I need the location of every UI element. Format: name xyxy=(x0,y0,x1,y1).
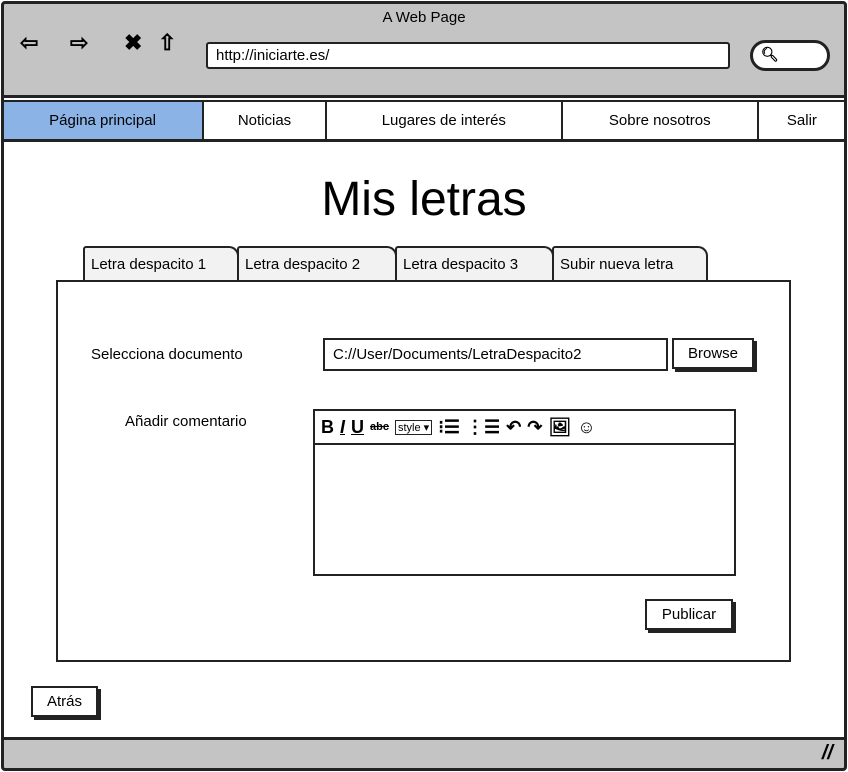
comment-label: Añadir comentario xyxy=(125,413,247,430)
status-bar: // xyxy=(3,737,845,769)
home-icon[interactable]: ⇧ xyxy=(158,30,176,56)
tab-letra-1[interactable]: Letra despacito 1 xyxy=(83,246,239,281)
back-arrow-icon[interactable]: ⇦ xyxy=(20,30,38,56)
numbered-list-icon[interactable]: ⋮☰ xyxy=(466,417,500,438)
back-button[interactable]: Atrás xyxy=(31,686,98,717)
style-label: style xyxy=(397,421,421,434)
search-icon: 🔍︎ xyxy=(761,46,779,62)
emoji-icon[interactable]: ☺ xyxy=(577,417,595,438)
bullet-list-icon[interactable]: ⁝☰ xyxy=(438,417,460,438)
forward-arrow-icon[interactable]: ⇨ xyxy=(70,30,88,56)
tab-subir-nueva-letra[interactable]: Subir nueva letra xyxy=(552,246,708,281)
stop-icon[interactable]: ✖ xyxy=(124,30,142,56)
page-title: Mis letras xyxy=(321,173,527,226)
comment-textarea[interactable] xyxy=(313,444,736,576)
main-nav: Página principal Noticias Lugares de int… xyxy=(3,100,845,142)
image-icon[interactable]: 🖼︎ xyxy=(548,417,571,438)
rich-text-toolbar: B I U abc style ▾ ⁝☰ ⋮☰ ↶ ↷ 🖼︎ ☺ xyxy=(313,409,736,445)
redo-icon[interactable]: ↷ xyxy=(527,417,542,438)
strikethrough-icon[interactable]: abc xyxy=(370,421,389,433)
italic-icon[interactable]: I xyxy=(340,417,345,438)
nav-salir[interactable]: Salir xyxy=(758,102,845,139)
nav-noticias[interactable]: Noticias xyxy=(204,102,327,139)
window-title: A Web Page xyxy=(382,9,466,26)
tab-letra-2[interactable]: Letra despacito 2 xyxy=(237,246,397,281)
undo-icon[interactable]: ↶ xyxy=(506,417,521,438)
nav-sobre-nosotros[interactable]: Sobre nosotros xyxy=(562,102,759,139)
tab-letra-3[interactable]: Letra despacito 3 xyxy=(395,246,554,281)
browse-button[interactable]: Browse xyxy=(672,338,754,369)
publish-button[interactable]: Publicar xyxy=(645,599,733,630)
bold-icon[interactable]: B xyxy=(321,417,334,438)
document-path-input[interactable]: C://User/Documents/LetraDespacito2 xyxy=(323,338,668,371)
document-label: Selecciona documento xyxy=(91,346,243,363)
resize-grip-icon[interactable]: // xyxy=(822,742,833,765)
search-input[interactable]: 🔍︎ xyxy=(750,40,830,71)
url-input[interactable]: http://iniciarte.es/ xyxy=(206,42,730,69)
style-dropdown[interactable]: style ▾ xyxy=(394,419,433,435)
underline-icon[interactable]: U xyxy=(351,417,364,438)
nav-lugares[interactable]: Lugares de interés xyxy=(326,102,563,139)
nav-pagina-principal[interactable]: Página principal xyxy=(3,102,205,139)
